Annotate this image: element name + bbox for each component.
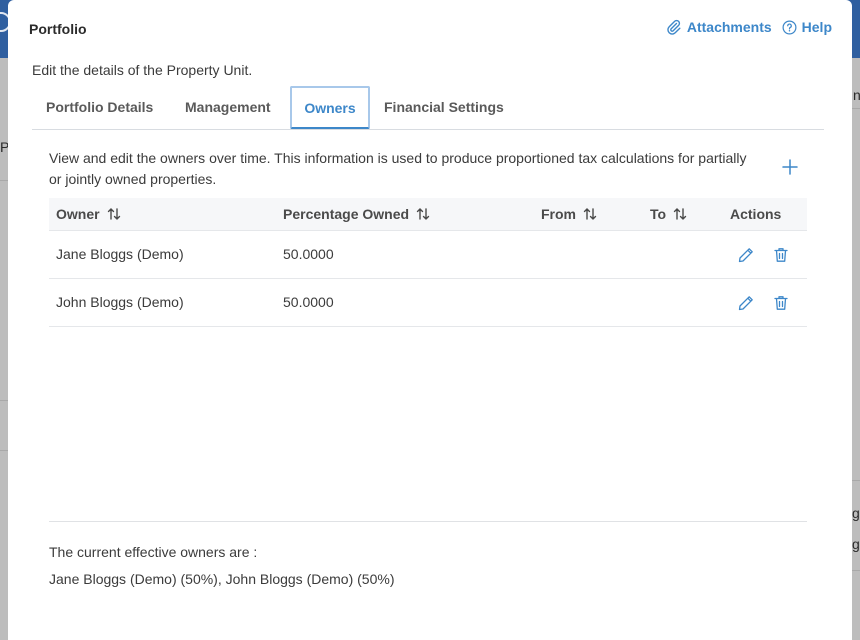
- tab-owners[interactable]: Owners: [290, 86, 370, 129]
- modal-subtitle: Edit the details of the Property Unit.: [32, 62, 253, 78]
- modal-title: Portfolio: [29, 21, 87, 37]
- help-link[interactable]: Help: [782, 19, 832, 35]
- column-header-from[interactable]: From: [541, 198, 598, 230]
- percentage-owned: 50.0000: [283, 246, 334, 262]
- attachments-link[interactable]: Attachments: [666, 19, 772, 35]
- tab-bar: Portfolio Details Management Owners Fina…: [32, 86, 824, 130]
- owners-description: View and edit the owners over time. This…: [49, 150, 747, 187]
- divider: [49, 521, 807, 522]
- header-links: Attachments Help: [666, 19, 832, 35]
- background-text-fragment: g: [852, 536, 860, 552]
- trash-icon: [774, 248, 788, 262]
- sort-icon: [107, 208, 120, 220]
- sort-icon: [673, 208, 687, 220]
- pencil-icon: [738, 296, 753, 311]
- background-divider: [852, 570, 860, 571]
- tab-portfolio-details[interactable]: Portfolio Details: [46, 86, 153, 128]
- background-divider: [852, 480, 860, 481]
- column-label: Actions: [730, 206, 782, 222]
- background-divider: [852, 108, 860, 109]
- column-label: Owner: [56, 206, 100, 222]
- owner-name: John Bloggs (Demo): [56, 294, 184, 310]
- effective-owners-label: The current effective owners are :: [49, 544, 258, 560]
- column-label: From: [541, 206, 576, 222]
- trash-icon: [774, 296, 788, 310]
- column-header-owner[interactable]: Owner: [56, 198, 122, 230]
- background-divider: [0, 180, 8, 181]
- table-row: John Bloggs (Demo) 50.0000: [49, 279, 807, 327]
- delete-owner-button[interactable]: [772, 246, 790, 264]
- portfolio-modal: Portfolio Attachments Help Edit the deta…: [8, 0, 852, 640]
- edit-owner-button[interactable]: [737, 246, 755, 264]
- tab-management[interactable]: Management: [185, 86, 271, 128]
- add-owner-button[interactable]: [781, 158, 799, 176]
- percentage-owned: 50.0000: [283, 294, 334, 310]
- sort-icon: [583, 208, 597, 220]
- plus-icon: [782, 159, 798, 175]
- help-label: Help: [801, 19, 832, 35]
- column-header-actions: Actions: [730, 198, 781, 230]
- owners-table: Owner Percentage Owned From To Actions J…: [49, 198, 807, 327]
- delete-owner-button[interactable]: [772, 294, 790, 312]
- pencil-icon: [738, 248, 753, 263]
- background-text-fragment: n: [853, 87, 860, 103]
- table-row: Jane Bloggs (Demo) 50.0000: [49, 231, 807, 279]
- column-label: Percentage Owned: [283, 206, 410, 222]
- column-header-percentage[interactable]: Percentage Owned: [283, 198, 431, 230]
- column-header-to[interactable]: To: [650, 198, 688, 230]
- attachments-label: Attachments: [686, 19, 772, 35]
- sort-icon: [416, 208, 430, 220]
- table-header: Owner Percentage Owned From To Actions: [49, 198, 807, 231]
- column-label: To: [650, 206, 667, 222]
- question-circle-icon: [782, 20, 797, 35]
- effective-owners-value: Jane Bloggs (Demo) (50%), John Bloggs (D…: [49, 571, 395, 587]
- owner-name: Jane Bloggs (Demo): [56, 246, 184, 262]
- paperclip-icon: [666, 19, 682, 35]
- background-divider: [0, 400, 8, 401]
- background-divider: [0, 450, 8, 451]
- edit-owner-button[interactable]: [737, 294, 755, 312]
- tab-financial-settings[interactable]: Financial Settings: [384, 86, 504, 128]
- background-text-fragment: g: [852, 505, 860, 521]
